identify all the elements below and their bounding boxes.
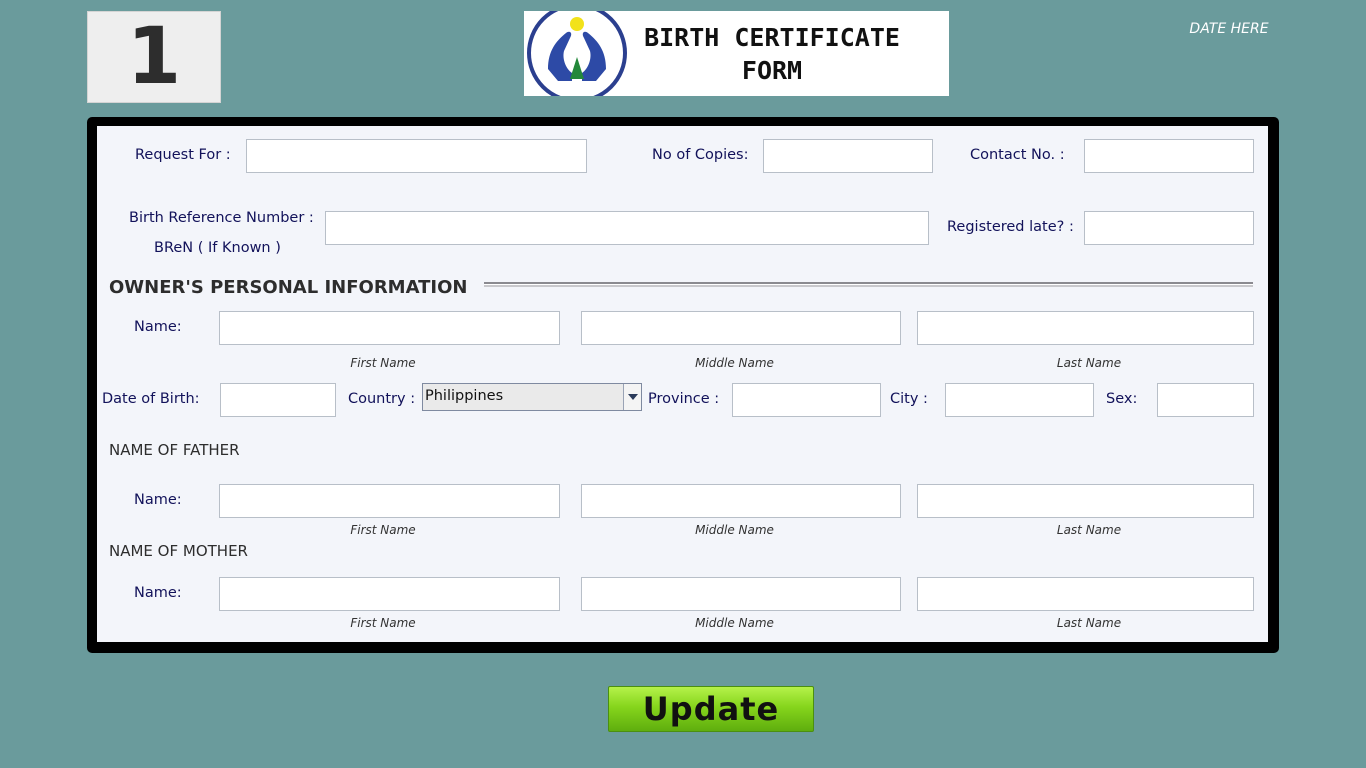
registered-late-input[interactable] bbox=[1084, 211, 1254, 245]
father-name-label: Name: bbox=[134, 492, 182, 508]
owner-last-name-input[interactable] bbox=[917, 311, 1254, 345]
chevron-down-icon[interactable] bbox=[623, 384, 641, 410]
birth-reference-input[interactable] bbox=[325, 211, 929, 245]
sex-label: Sex: bbox=[1106, 391, 1138, 407]
dob-input[interactable] bbox=[220, 383, 336, 417]
country-select-value: Philippines bbox=[425, 388, 504, 404]
father-first-name-input[interactable] bbox=[219, 484, 560, 518]
father-last-name-input[interactable] bbox=[917, 484, 1254, 518]
copies-input[interactable] bbox=[763, 139, 933, 173]
request-for-input[interactable] bbox=[246, 139, 587, 173]
owner-first-name-caption: First Name bbox=[350, 356, 416, 370]
owner-name-label: Name: bbox=[134, 319, 182, 335]
update-button[interactable]: Update bbox=[608, 686, 814, 732]
mother-last-name-input[interactable] bbox=[917, 577, 1254, 611]
title-banner: BIRTH CERTIFICATE FORM bbox=[524, 11, 949, 96]
city-label: City : bbox=[890, 391, 928, 407]
province-label: Province : bbox=[648, 391, 720, 407]
owner-last-name-caption: Last Name bbox=[1056, 356, 1122, 370]
date-label: DATE HERE bbox=[1189, 21, 1269, 37]
province-input[interactable] bbox=[732, 383, 881, 417]
father-first-name-caption: First Name bbox=[350, 523, 416, 537]
section-divider bbox=[484, 282, 1253, 287]
form-number-box: 1 bbox=[87, 11, 221, 103]
request-for-label: Request For : bbox=[135, 147, 231, 163]
father-middle-name-input[interactable] bbox=[581, 484, 901, 518]
country-select[interactable]: Philippines bbox=[422, 383, 642, 411]
sex-input[interactable] bbox=[1157, 383, 1254, 417]
mother-name-label: Name: bbox=[134, 585, 182, 601]
father-last-name-caption: Last Name bbox=[1056, 523, 1122, 537]
owner-first-name-input[interactable] bbox=[219, 311, 560, 345]
father-section-title: NAME OF FATHER bbox=[109, 441, 240, 459]
dob-label: Date of Birth: bbox=[102, 391, 200, 407]
mother-first-name-caption: First Name bbox=[350, 616, 416, 630]
registered-late-label: Registered late? : bbox=[947, 219, 1074, 235]
form-title: BIRTH CERTIFICATE FORM bbox=[622, 21, 922, 87]
contact-input[interactable] bbox=[1084, 139, 1254, 173]
form-title-line1: BIRTH CERTIFICATE bbox=[644, 23, 900, 52]
birth-reference-label: Birth Reference Number : bbox=[129, 210, 314, 226]
bren-label: BReN ( If Known ) bbox=[154, 240, 281, 256]
mother-section-title: NAME OF MOTHER bbox=[109, 542, 248, 560]
form-number: 1 bbox=[126, 12, 182, 102]
contact-label: Contact No. : bbox=[970, 147, 1065, 163]
mother-first-name-input[interactable] bbox=[219, 577, 560, 611]
owner-middle-name-input[interactable] bbox=[581, 311, 901, 345]
mother-last-name-caption: Last Name bbox=[1056, 616, 1122, 630]
father-middle-name-caption: Middle Name bbox=[695, 523, 774, 537]
form-title-line2: FORM bbox=[741, 56, 803, 85]
mother-middle-name-caption: Middle Name bbox=[695, 616, 774, 630]
mother-middle-name-input[interactable] bbox=[581, 577, 901, 611]
hands-family-logo-icon bbox=[527, 11, 627, 96]
country-label: Country : bbox=[348, 391, 416, 407]
copies-label: No of Copies: bbox=[652, 147, 749, 163]
owner-middle-name-caption: Middle Name bbox=[695, 356, 774, 370]
owner-section-title: OWNER'S PERSONAL INFORMATION bbox=[109, 277, 468, 298]
city-input[interactable] bbox=[945, 383, 1094, 417]
